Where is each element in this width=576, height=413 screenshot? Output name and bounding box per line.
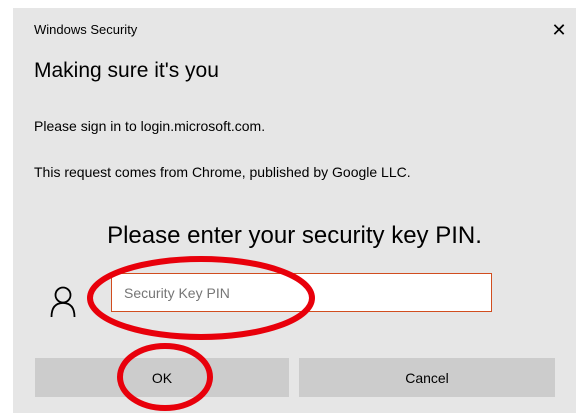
window-title: Windows Security [34, 22, 138, 37]
dialog-heading: Making sure it's you [34, 59, 219, 82]
windows-security-dialog: Windows Security ✕ Making sure it's you … [13, 8, 576, 413]
sign-in-text: Please sign in to login.microsoft.com. [34, 118, 266, 134]
cancel-button[interactable]: Cancel [299, 358, 555, 397]
request-origin-text: This request comes from Chrome, publishe… [34, 164, 411, 180]
close-button[interactable]: ✕ [549, 20, 569, 40]
close-icon: ✕ [551, 20, 567, 40]
security-key-pin-input[interactable] [111, 273, 492, 312]
ok-button[interactable]: OK [35, 358, 289, 397]
user-icon [50, 286, 76, 318]
pin-prompt: Please enter your security key PIN. [107, 222, 482, 249]
